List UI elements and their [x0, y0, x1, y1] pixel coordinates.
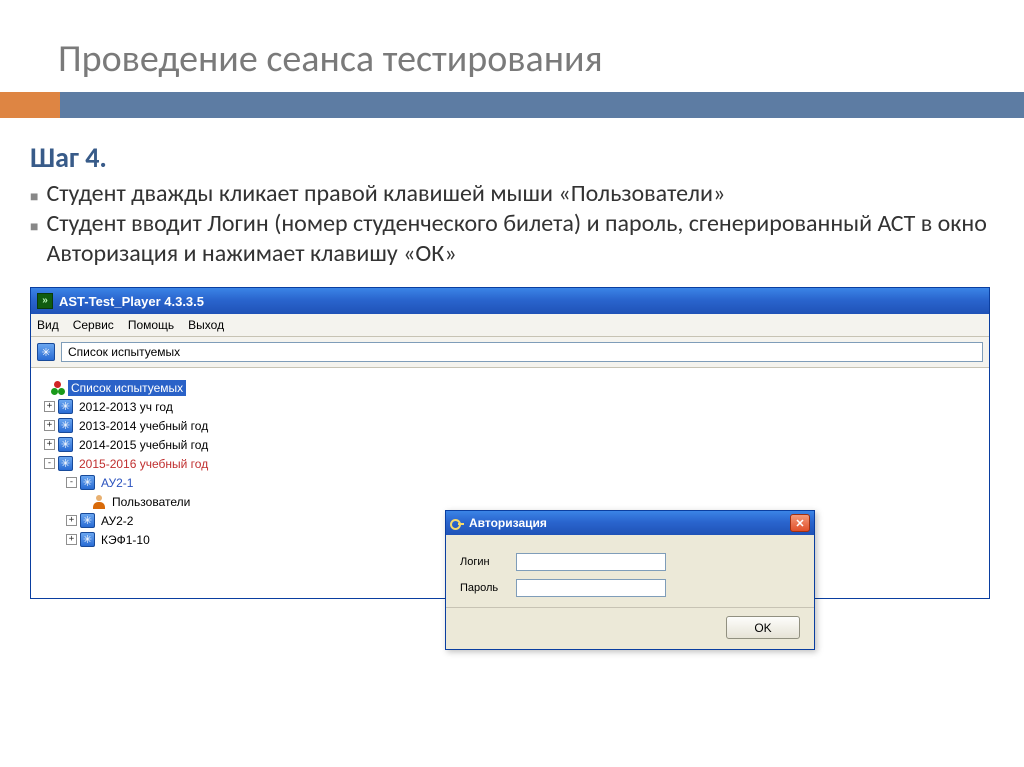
folder-icon: ✳ [58, 399, 73, 414]
expand-toggle[interactable]: + [44, 401, 55, 412]
bullet-item: ■ Студент вводит Логин (номер студенческ… [30, 209, 994, 269]
menu-view[interactable]: Вид [37, 318, 59, 332]
menubar: Вид Сервис Помощь Выход [31, 314, 989, 337]
bullet-item: ■ Студент дважды кликает правой клавишей… [30, 179, 994, 209]
window-titlebar[interactable]: » AST-Test_Player 4.3.3.5 [31, 288, 989, 314]
tree-node[interactable]: + ✳ 2014-2015 учебный год [37, 435, 327, 454]
expand-toggle[interactable]: + [66, 534, 77, 545]
bullet-text: Студент вводит Логин (номер студенческог… [46, 209, 994, 269]
toolbar: ✳ Список испытуемых [31, 337, 989, 368]
path-field[interactable]: Список испытуемых [61, 342, 983, 362]
close-button[interactable]: ✕ [790, 514, 810, 532]
tree-node-label[interactable]: 2013-2014 учебный год [76, 418, 211, 434]
password-input[interactable] [516, 579, 666, 597]
bullet-text: Студент дважды кликает правой клавишей м… [46, 179, 725, 209]
tree-node[interactable]: + ✳ 2012-2013 уч год [37, 397, 327, 416]
menu-help[interactable]: Помощь [128, 318, 174, 332]
expand-toggle[interactable]: + [66, 515, 77, 526]
toolbar-button[interactable]: ✳ [37, 343, 55, 361]
app-icon: » [37, 293, 53, 309]
tree-node-label[interactable]: АУ2-1 [98, 475, 136, 491]
tree-node-label[interactable]: 2012-2013 уч год [76, 399, 176, 415]
tree-root-label[interactable]: Список испытуемых [68, 380, 186, 396]
ok-button[interactable]: OK [726, 616, 800, 639]
login-input[interactable] [516, 553, 666, 571]
hierarchy-icon [51, 381, 65, 395]
tree-node-label[interactable]: КЭФ1-10 [98, 532, 153, 548]
bullet-marker: ■ [30, 218, 38, 236]
key-icon [450, 516, 464, 530]
tree-node[interactable]: - ✳ АУ2-1 [37, 473, 327, 492]
slide-title: Проведение сеанса тестирования [0, 0, 1024, 92]
folder-icon: ✳ [58, 437, 73, 452]
dialog-titlebar[interactable]: Авторизация ✕ [446, 511, 814, 535]
menu-exit[interactable]: Выход [188, 318, 224, 332]
expand-toggle[interactable]: + [44, 439, 55, 450]
tree-view[interactable]: Список испытуемых + ✳ 2012-2013 уч год +… [37, 378, 327, 549]
folder-icon: ✳ [80, 513, 95, 528]
title-accent-bar [0, 92, 1024, 118]
dialog-title: Авторизация [469, 516, 547, 530]
window-title: AST-Test_Player 4.3.3.5 [59, 294, 204, 309]
tree-users-label[interactable]: Пользователи [109, 494, 193, 510]
expand-toggle[interactable]: + [44, 420, 55, 431]
login-label: Логин [460, 556, 516, 568]
tree-node[interactable]: + ✳ КЭФ1-10 [37, 530, 327, 549]
tree-node[interactable]: + ✳ 2013-2014 учебный год [37, 416, 327, 435]
step-heading: Шаг 4. [30, 140, 994, 175]
password-label: Пароль [460, 582, 516, 594]
expand-toggle[interactable]: - [44, 458, 55, 469]
tree-node[interactable]: + ✳ АУ2-2 [37, 511, 327, 530]
folder-icon: ✳ [80, 532, 95, 547]
auth-dialog: Авторизация ✕ Логин Пароль OK [445, 510, 815, 650]
folder-icon: ✳ [58, 456, 73, 471]
user-icon [92, 495, 106, 509]
tree-root[interactable]: Список испытуемых [37, 378, 327, 397]
bullet-marker: ■ [30, 188, 38, 206]
tree-node-label[interactable]: 2015-2016 учебный год [76, 456, 211, 472]
tree-node-users[interactable]: Пользователи [37, 492, 327, 511]
expand-toggle[interactable]: - [66, 477, 77, 488]
tree-node-label[interactable]: АУ2-2 [98, 513, 136, 529]
folder-icon: ✳ [58, 418, 73, 433]
menu-service[interactable]: Сервис [73, 318, 114, 332]
folder-icon: ✳ [80, 475, 95, 490]
tree-node[interactable]: - ✳ 2015-2016 учебный год [37, 454, 327, 473]
tree-node-label[interactable]: 2014-2015 учебный год [76, 437, 211, 453]
